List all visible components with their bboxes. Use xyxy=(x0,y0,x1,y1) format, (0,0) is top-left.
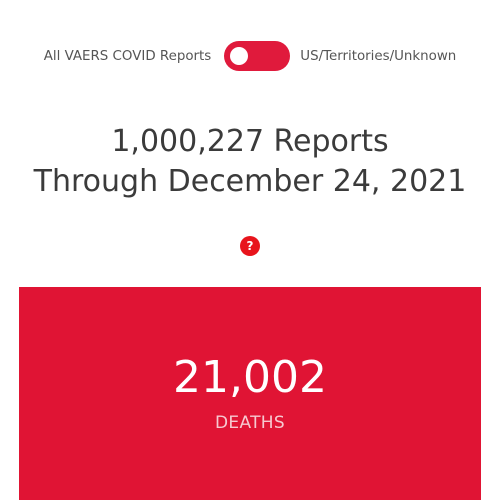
data-scope-toggle-row: All VAERS COVID Reports US/Territories/U… xyxy=(0,41,500,71)
toggle-label-all-reports[interactable]: All VAERS COVID Reports xyxy=(44,49,212,64)
report-count-text: 1,000,227 Reports xyxy=(111,124,389,159)
page-title: 1,000,227 Reports Through December 24, 2… xyxy=(0,122,500,202)
toggle-label-us-territories[interactable]: US/Territories/Unknown xyxy=(300,49,456,64)
help-icon[interactable]: ? xyxy=(240,236,260,256)
data-scope-switch[interactable] xyxy=(224,41,291,71)
switch-knob[interactable] xyxy=(230,47,249,65)
vaers-summary-page: All VAERS COVID Reports US/Territories/U… xyxy=(0,0,500,500)
report-date-text: Through December 24, 2021 xyxy=(33,164,467,199)
deaths-label: DEATHS xyxy=(215,413,285,433)
deaths-count: 21,002 xyxy=(173,352,327,403)
